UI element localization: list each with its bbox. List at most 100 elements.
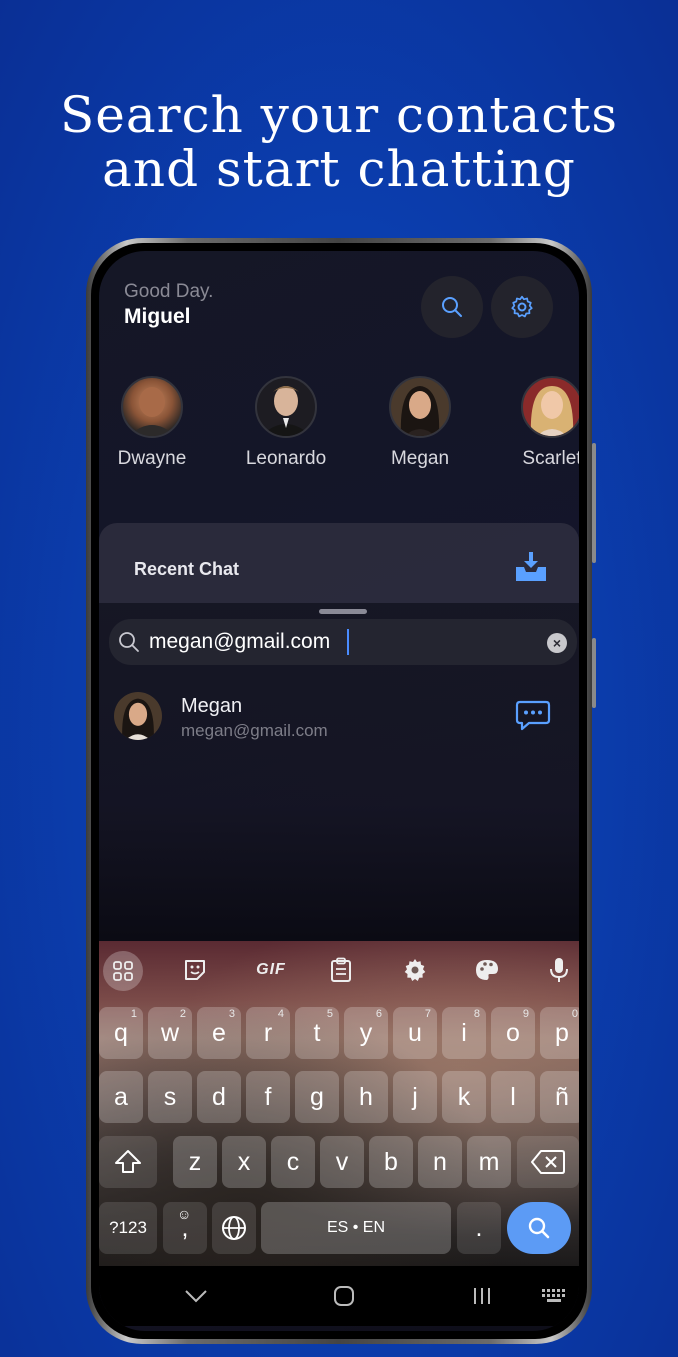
chat-bubble-icon — [515, 700, 551, 731]
key-char: q — [114, 1019, 128, 1047]
chevron-down-icon — [185, 1290, 207, 1303]
apps-grid-button[interactable] — [103, 951, 143, 991]
key-k[interactable]: k — [442, 1071, 486, 1123]
key-hint: 7 — [424, 1008, 431, 1020]
contact-name: Leonardo — [245, 448, 327, 469]
key-z[interactable]: z — [173, 1136, 217, 1188]
promo-title-line-1: Search your contacts — [60, 86, 618, 144]
shift-icon — [115, 1150, 141, 1173]
language-key[interactable] — [212, 1202, 256, 1254]
key-enye[interactable]: ñ — [540, 1071, 579, 1123]
key-p[interactable]: p0 — [540, 1007, 579, 1059]
result-name: Megan — [181, 695, 243, 717]
sticker-icon — [185, 960, 205, 980]
search-sheet: × Megan megan@gmail.com — [99, 603, 579, 941]
key-e[interactable]: e3 — [197, 1007, 241, 1059]
gif-button[interactable]: GIF — [249, 953, 293, 987]
key-o[interactable]: o9 — [491, 1007, 535, 1059]
key-j[interactable]: j — [393, 1071, 437, 1123]
recent-chat-label: Recent Chat — [134, 559, 240, 579]
keyboard-switch-button[interactable] — [539, 1282, 569, 1310]
keyboard-search-key[interactable] — [507, 1202, 571, 1254]
key-hint: 1 — [130, 1008, 137, 1020]
search-input[interactable] — [149, 628, 529, 656]
contact-scarlet[interactable]: Scarlet — [497, 376, 579, 470]
key-y[interactable]: y6 — [344, 1007, 388, 1059]
avatar — [121, 376, 183, 438]
voice-input-button[interactable] — [541, 953, 577, 987]
power-button — [592, 638, 596, 708]
drag-handle[interactable] — [319, 609, 367, 614]
greeting-text: Good Day. — [124, 281, 214, 302]
key-h[interactable]: h — [344, 1071, 388, 1123]
keyboard-icon — [542, 1289, 565, 1302]
key-hint: 4 — [277, 1008, 284, 1020]
key-a[interactable]: a — [99, 1071, 143, 1123]
backspace-key[interactable] — [517, 1136, 579, 1188]
inbox-button[interactable] — [513, 551, 549, 583]
settings-button[interactable] — [491, 276, 553, 338]
key-r[interactable]: r4 — [246, 1007, 290, 1059]
avatar-image — [261, 386, 311, 436]
key-m[interactable]: m — [467, 1136, 511, 1188]
contact-name: Scarlet — [522, 448, 579, 469]
key-w[interactable]: w2 — [148, 1007, 192, 1059]
key-t[interactable]: t5 — [295, 1007, 339, 1059]
inbox-download-icon — [516, 552, 546, 581]
mic-icon — [550, 958, 568, 982]
search-result-row[interactable]: Megan megan@gmail.com — [99, 687, 579, 747]
phone-screen: Good Day. Miguel Dwayne Leonardo Megan S… — [99, 251, 579, 1331]
hide-keyboard-button[interactable] — [181, 1282, 211, 1310]
key-s[interactable]: s — [148, 1071, 192, 1123]
promo-title-line-2: and start chatting — [102, 140, 576, 198]
contact-leonardo[interactable]: Leonardo — [231, 376, 341, 470]
period-key[interactable]: . — [457, 1202, 501, 1254]
key-hint: 3 — [228, 1008, 235, 1020]
result-email: megan@gmail.com — [181, 721, 328, 740]
key-b[interactable]: b — [369, 1136, 413, 1188]
key-hint: 5 — [326, 1008, 333, 1020]
key-u[interactable]: u7 — [393, 1007, 437, 1059]
text-cursor — [347, 629, 349, 655]
key-d[interactable]: d — [197, 1071, 241, 1123]
emoji-comma-key[interactable]: ☺ , — [163, 1202, 207, 1254]
key-g[interactable]: g — [295, 1071, 339, 1123]
space-key[interactable]: ES • EN — [261, 1202, 451, 1254]
key-char: o — [506, 1019, 520, 1047]
keyboard-row-2: a s d f g h j k l ñ — [99, 1071, 579, 1123]
key-v[interactable]: v — [320, 1136, 364, 1188]
home-button[interactable] — [329, 1282, 359, 1310]
keyboard-settings-button[interactable] — [397, 953, 433, 987]
contact-dwayne[interactable]: Dwayne — [99, 376, 207, 470]
contact-megan[interactable]: Megan — [365, 376, 475, 470]
recent-apps-button[interactable] — [467, 1282, 497, 1310]
shift-key[interactable] — [99, 1136, 157, 1188]
key-f[interactable]: f — [246, 1071, 290, 1123]
key-n[interactable]: n — [418, 1136, 462, 1188]
sticker-button[interactable] — [177, 953, 213, 987]
symbols-key[interactable]: ?123 — [99, 1202, 157, 1254]
on-screen-keyboard: GIF q 1 w 2 e 3 r 4 t 5 y 6 u 7 i 8 o 9 … — [99, 941, 579, 1266]
key-q[interactable]: q1 — [99, 1007, 143, 1059]
start-chat-button[interactable] — [515, 699, 551, 731]
key-c[interactable]: c — [271, 1136, 315, 1188]
key-l[interactable]: l — [491, 1071, 535, 1123]
backspace-icon — [531, 1150, 565, 1174]
theme-button[interactable] — [469, 953, 505, 987]
key-x[interactable]: x — [222, 1136, 266, 1188]
recent-chat-panel: Recent Chat — [99, 523, 579, 603]
avatar — [114, 692, 162, 740]
apps-grid-icon — [113, 961, 133, 981]
clipboard-button[interactable] — [323, 953, 359, 987]
avatar — [389, 376, 451, 438]
contact-name: Megan — [390, 448, 450, 469]
search-bar[interactable]: × — [109, 619, 577, 665]
search-button[interactable] — [421, 276, 483, 338]
key-hint: 0 — [571, 1008, 578, 1020]
key-i[interactable]: i8 — [442, 1007, 486, 1059]
key-char: i — [461, 1019, 467, 1047]
key-hint: 6 — [375, 1008, 382, 1020]
avatar-image — [530, 386, 574, 436]
search-icon — [442, 297, 462, 317]
clear-search-button[interactable]: × — [547, 633, 567, 653]
